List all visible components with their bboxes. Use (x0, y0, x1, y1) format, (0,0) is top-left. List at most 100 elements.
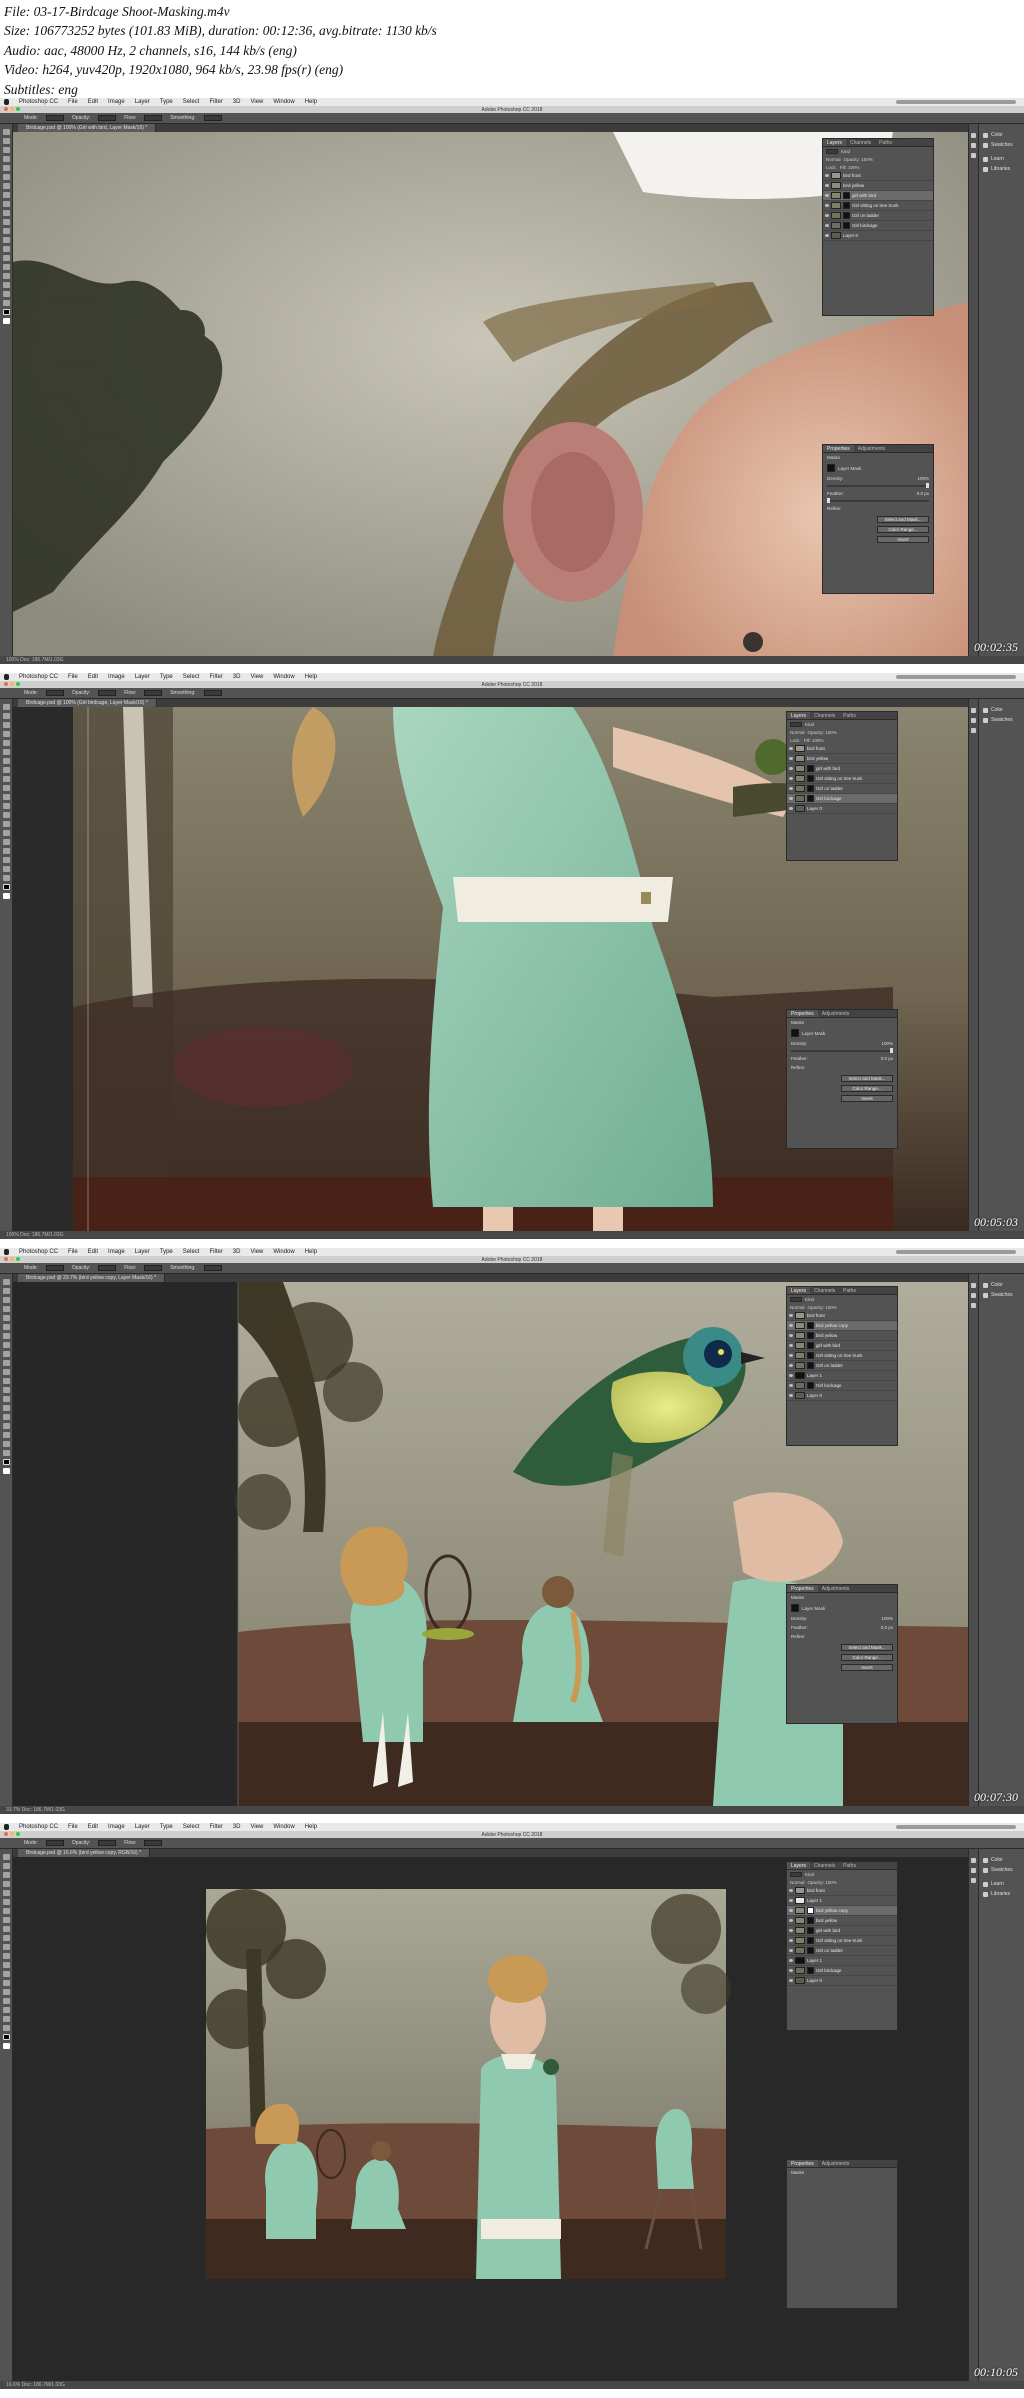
select-and-mask-button[interactable]: Select and Mask... (841, 1644, 893, 1651)
layer-row[interactable]: bird front (787, 1886, 897, 1896)
eye-icon[interactable] (825, 194, 829, 197)
brush-preset-icon[interactable] (971, 153, 976, 158)
opacity-value[interactable]: Opacity: 100% (808, 730, 837, 735)
menu-layer[interactable]: Layer (135, 1248, 150, 1256)
path-select-icon[interactable] (2, 1423, 10, 1429)
density-slider-knob[interactable] (926, 483, 929, 488)
apple-icon[interactable] (4, 674, 9, 680)
opacity-field[interactable] (98, 1840, 117, 1846)
layer-row[interactable]: girl with bird (787, 764, 897, 774)
tab-paths[interactable]: Paths (875, 139, 896, 146)
layer-row[interactable]: Girl birdcage (823, 221, 933, 231)
type-tool-icon[interactable] (2, 1989, 10, 1995)
menu-filter[interactable]: Filter (209, 98, 222, 106)
feather-value[interactable]: 0.0 px (881, 1056, 893, 1061)
move-tool-icon[interactable] (2, 129, 10, 135)
mode-select[interactable] (45, 115, 64, 121)
tab-layers[interactable]: Layers (823, 139, 847, 146)
hand-tool-icon[interactable] (2, 1441, 10, 1447)
layer-row[interactable]: bird yellow (787, 1331, 897, 1341)
menu-help[interactable]: Help (305, 98, 317, 106)
apple-icon[interactable] (4, 1824, 9, 1830)
density-value[interactable]: 100% (917, 476, 929, 481)
minimize-icon[interactable] (10, 107, 14, 111)
eye-icon[interactable] (789, 1919, 793, 1922)
eye-icon[interactable] (789, 1889, 793, 1892)
background-color-swatch[interactable] (2, 1468, 10, 1474)
menu-filter[interactable]: Filter (209, 1823, 222, 1831)
move-tool-icon[interactable] (2, 1279, 10, 1285)
eye-icon[interactable] (789, 1394, 793, 1397)
layer-row[interactable]: Layer 1 (787, 1896, 897, 1906)
layer-mask-thumbnail[interactable] (807, 1362, 814, 1369)
dock-item-learn[interactable]: Learn (979, 1879, 1024, 1889)
layer-row[interactable]: bird yellow copy (787, 1321, 897, 1331)
menu-select[interactable]: Select (183, 1248, 200, 1256)
dodge-tool-icon[interactable] (2, 1971, 10, 1977)
layer-row[interactable]: bird yellow (823, 181, 933, 191)
eye-icon[interactable] (789, 1959, 793, 1962)
eye-icon[interactable] (789, 1979, 793, 1982)
layer-mask-thumbnail[interactable] (807, 1382, 814, 1389)
invert-button[interactable]: Invert (877, 536, 929, 543)
select-and-mask-button[interactable]: Select and Mask... (841, 1075, 893, 1082)
eye-icon[interactable] (789, 797, 793, 800)
feather-value[interactable]: 0.0 px (917, 491, 929, 496)
menu-image[interactable]: Image (108, 1248, 125, 1256)
eye-icon[interactable] (789, 1899, 793, 1902)
flow-field[interactable] (144, 690, 163, 696)
dock-item-swatches[interactable]: Swatches (979, 1290, 1024, 1300)
layer-row[interactable]: bird yellow copy (787, 1906, 897, 1916)
dodge-tool-icon[interactable] (2, 1396, 10, 1402)
layer-row[interactable]: bird yellow (787, 1916, 897, 1926)
marquee-tool-icon[interactable] (2, 138, 10, 144)
menu-edit[interactable]: Edit (88, 98, 98, 106)
close-icon[interactable] (4, 107, 8, 111)
menu-type[interactable]: Type (160, 1823, 173, 1831)
opacity-field[interactable] (98, 1265, 117, 1271)
color-range-button[interactable]: Color Range... (841, 1085, 893, 1092)
lasso-tool-icon[interactable] (2, 722, 10, 728)
marquee-tool-icon[interactable] (2, 713, 10, 719)
gradient-tool-icon[interactable] (2, 228, 10, 234)
close-icon[interactable] (4, 682, 8, 686)
eye-icon[interactable] (789, 777, 793, 780)
tab-adjustments[interactable]: Adjustments (818, 2160, 854, 2167)
foreground-color-swatch[interactable] (2, 2034, 10, 2040)
eraser-tool-icon[interactable] (2, 219, 10, 225)
blend-mode-value[interactable]: Normal (790, 1305, 805, 1310)
foreground-color-swatch[interactable] (2, 884, 10, 890)
maximize-icon[interactable] (16, 107, 20, 111)
hand-tool-icon[interactable] (2, 2016, 10, 2022)
tab-channels[interactable]: Channels (846, 139, 875, 146)
eyedropper-icon[interactable] (2, 1324, 10, 1330)
tab-adjustments[interactable]: Adjustments (818, 1010, 854, 1017)
layer-mask-thumbnail[interactable] (843, 212, 850, 219)
crop-tool-icon[interactable] (2, 740, 10, 746)
smoothing-field[interactable] (203, 690, 222, 696)
type-tool-icon[interactable] (2, 1414, 10, 1420)
document-tab[interactable]: Birdcage.psd @ 100% (Girl with bird, Lay… (18, 124, 157, 132)
layer-mask-thumbnail[interactable] (843, 202, 850, 209)
path-select-icon[interactable] (2, 273, 10, 279)
marquee-tool-icon[interactable] (2, 1863, 10, 1869)
eye-icon[interactable] (789, 747, 793, 750)
adjust-icon[interactable] (971, 1868, 976, 1873)
brush-preset-icon[interactable] (971, 1878, 976, 1883)
menu-select[interactable]: Select (183, 1823, 200, 1831)
menu-edit[interactable]: Edit (88, 1823, 98, 1831)
brush-tool-icon[interactable] (2, 767, 10, 773)
flow-field[interactable] (144, 1265, 163, 1271)
layer-mask-thumbnail[interactable] (807, 1967, 814, 1974)
eye-icon[interactable] (825, 174, 829, 177)
menu-view[interactable]: View (250, 1248, 263, 1256)
apple-icon[interactable] (4, 1249, 9, 1255)
menu-select[interactable]: Select (183, 98, 200, 106)
blur-tool-icon[interactable] (2, 812, 10, 818)
layer-mask-thumbnail[interactable] (807, 1352, 814, 1359)
background-color-swatch[interactable] (2, 893, 10, 899)
opacity-value[interactable]: Opacity: 100% (808, 1880, 837, 1885)
pen-tool-icon[interactable] (2, 830, 10, 836)
clone-stamp-icon[interactable] (2, 201, 10, 207)
menu-view[interactable]: View (250, 673, 263, 681)
